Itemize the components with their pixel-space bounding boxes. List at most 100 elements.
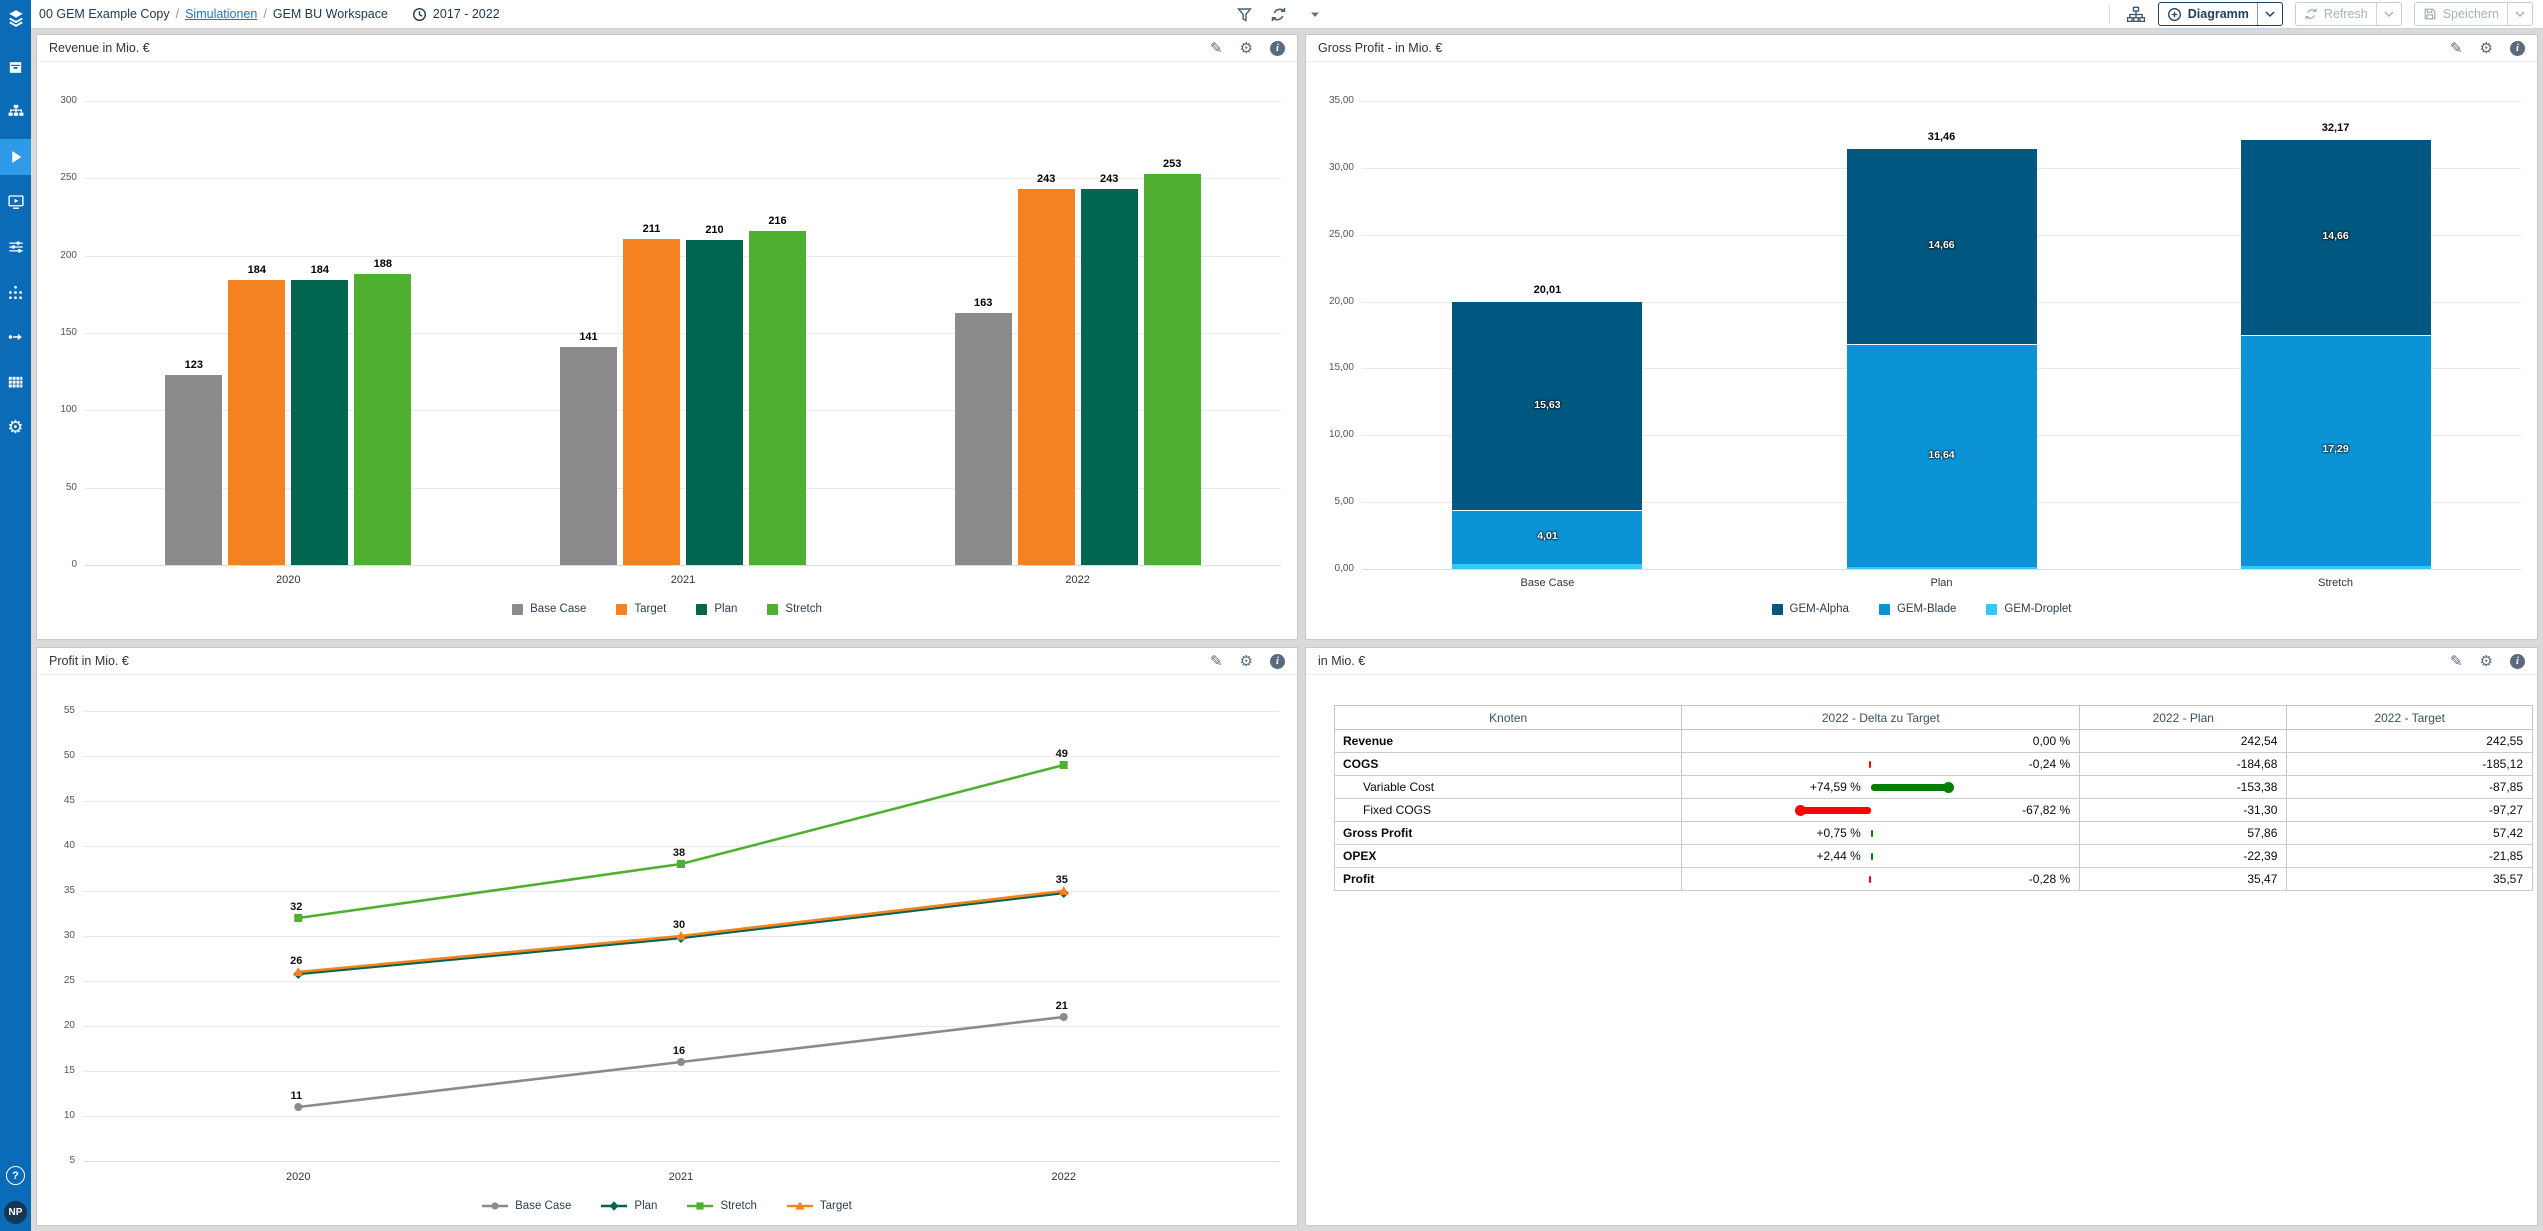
diagramm-dropdown[interactable]: [2258, 11, 2282, 18]
legend-swatch: [767, 604, 778, 615]
filter-icon[interactable]: [1236, 6, 1253, 23]
settings-gear-icon[interactable]: ⚙: [1240, 41, 1253, 56]
y-axis-tick: 40: [41, 840, 75, 852]
y-axis-tick: 5: [41, 1155, 75, 1167]
legend-item-base-case[interactable]: Base Case: [512, 603, 586, 615]
sync-icon[interactable]: [1270, 6, 1287, 23]
edit-icon[interactable]: ✎: [1210, 41, 1223, 56]
legend-item-gem-alpha[interactable]: GEM-Alpha: [1772, 603, 1849, 615]
svg-text:16: 16: [673, 1045, 685, 1057]
hierarchy-icon[interactable]: [2126, 5, 2146, 24]
breadcrumb-separator: /: [263, 7, 266, 21]
bar-plan-2020: [291, 280, 348, 565]
legend-item-gem-droplet[interactable]: GEM-Droplet: [1986, 603, 2071, 615]
sidebar-item-presentation[interactable]: [0, 184, 31, 220]
info-icon[interactable]: i: [2510, 41, 2525, 56]
segment-value-label: 14,66: [2241, 230, 2431, 242]
panel-profit: Profit in Mio. € ✎ ⚙ i 51015202530354045…: [36, 647, 1298, 1226]
info-icon[interactable]: i: [1270, 654, 1285, 669]
svg-text:32: 32: [290, 901, 302, 913]
x-axis-category: 2020: [228, 1171, 368, 1183]
legend-item-plan[interactable]: Plan: [601, 1200, 657, 1212]
sidebar-item-simulations[interactable]: [0, 139, 31, 175]
settings-gear-icon[interactable]: ⚙: [2480, 654, 2493, 669]
bar-stretch-2021: [749, 231, 806, 565]
sidebar-item-drivers[interactable]: [0, 274, 31, 310]
column-header[interactable]: 2022 - Delta zu Target: [1682, 706, 2080, 730]
edit-icon[interactable]: ✎: [2450, 41, 2463, 56]
table-row-cogs[interactable]: COGS-0,24 %-184,68-185,12: [1335, 753, 2533, 776]
y-axis-tick: 0: [41, 559, 77, 571]
sidebar-item-archive[interactable]: [0, 49, 31, 85]
y-axis-tick: 30,00: [1310, 162, 1354, 174]
dropdown-caret-icon[interactable]: [1310, 11, 1320, 18]
save-dropdown[interactable]: [2508, 11, 2532, 18]
y-axis-tick: 300: [41, 95, 77, 107]
knoten-table: Knoten2022 - Delta zu Target2022 - Plan2…: [1334, 705, 2533, 891]
settings-gear-icon[interactable]: ⚙: [2480, 41, 2493, 56]
refresh-dropdown[interactable]: [2377, 11, 2401, 18]
table-row-variable-cost[interactable]: Variable Cost+74,59 %-153,38-87,85: [1335, 776, 2533, 799]
period-selector[interactable]: 2017 - 2022: [412, 7, 500, 22]
legend-item-gem-blade[interactable]: GEM-Blade: [1879, 603, 1956, 615]
chevron-down-icon: [2384, 11, 2394, 18]
y-axis-tick: 250: [41, 172, 77, 184]
bar-target-2022: [1018, 189, 1075, 565]
refresh-button-label: Refresh: [2324, 7, 2368, 21]
x-axis-category: Plan: [1872, 577, 2012, 589]
edit-icon[interactable]: ✎: [1210, 654, 1223, 669]
play-icon: [7, 148, 25, 166]
save-button[interactable]: Speichern: [2414, 2, 2533, 26]
panel-revenue-header: Revenue in Mio. € ✎ ⚙ i: [37, 35, 1297, 62]
legend-item-stretch[interactable]: Stretch: [687, 1200, 756, 1212]
bar-value-label: 253: [1127, 158, 1217, 170]
table-row-gross-profit[interactable]: Gross Profit+0,75 %57,8657,42: [1335, 822, 2533, 845]
legend-label: Stretch: [785, 603, 821, 615]
edit-icon[interactable]: ✎: [2450, 654, 2463, 669]
row-label: COGS: [1335, 753, 1682, 776]
gridline: [85, 101, 1281, 102]
diagramm-button[interactable]: Diagramm: [2158, 2, 2283, 26]
column-header[interactable]: 2022 - Plan: [2080, 706, 2287, 730]
table-row-profit[interactable]: Profit-0,28 %35,4735,57: [1335, 868, 2533, 891]
bar-target-2021: [623, 239, 680, 565]
refresh-button[interactable]: Refresh: [2295, 2, 2402, 26]
line-series-base-case: 111621: [290, 1000, 1067, 1111]
table-row-fixed-cogs[interactable]: Fixed COGS-67,82 %-31,30-97,27: [1335, 799, 2533, 822]
legend-item-target[interactable]: Target: [616, 603, 666, 615]
info-icon[interactable]: i: [2510, 654, 2525, 669]
legend-item-stretch[interactable]: Stretch: [767, 603, 821, 615]
x-axis-category: 2021: [613, 574, 753, 586]
plan-value: -184,68: [2080, 753, 2287, 776]
plan-value: -153,38: [2080, 776, 2287, 799]
sidebar-item-data-tables[interactable]: [0, 364, 31, 400]
sidebar-item-dataflows[interactable]: [0, 319, 31, 355]
delta-percent: -0,24 %: [2029, 757, 2070, 771]
breadcrumb-link-simulationen[interactable]: Simulationen: [185, 7, 257, 21]
sidebar-item-model-hierarchy[interactable]: [0, 94, 31, 130]
help-button[interactable]: ?: [6, 1166, 25, 1185]
user-avatar[interactable]: NP: [4, 1201, 27, 1224]
column-header[interactable]: 2022 - Target: [2287, 706, 2533, 730]
info-icon[interactable]: i: [1270, 41, 1285, 56]
table-row-revenue[interactable]: Revenue0,00 %242,54242,55: [1335, 730, 2533, 753]
sidebar-item-settings[interactable]: ⚙: [0, 409, 31, 445]
segment-value-label: 15,63: [1452, 399, 1642, 411]
save-button-label: Speichern: [2443, 7, 2499, 21]
svg-text:21: 21: [1056, 1000, 1068, 1012]
settings-gear-icon[interactable]: ⚙: [1240, 654, 1253, 669]
sitemap-icon: [7, 103, 25, 121]
dashboard: Revenue in Mio. € ✎ ⚙ i 0501001502002503…: [31, 29, 2543, 1231]
table-row-opex[interactable]: OPEX+2,44 %-22,39-21,85: [1335, 845, 2533, 868]
app-logo[interactable]: [6, 7, 26, 29]
legend-item-base-case[interactable]: Base Case: [482, 1200, 571, 1212]
legend-label: Plan: [634, 1200, 657, 1212]
sidebar-item-assumptions[interactable]: [0, 229, 31, 265]
x-axis-category: Stretch: [2266, 577, 2406, 589]
breadcrumb: 00 GEM Example Copy / Simulationen / GEM…: [39, 7, 388, 21]
bar-value-label: 163: [938, 297, 1028, 309]
delta-bar: [1871, 830, 1873, 837]
column-header[interactable]: Knoten: [1335, 706, 1682, 730]
legend-item-target[interactable]: Target: [787, 1200, 852, 1212]
legend-item-plan[interactable]: Plan: [696, 603, 737, 615]
